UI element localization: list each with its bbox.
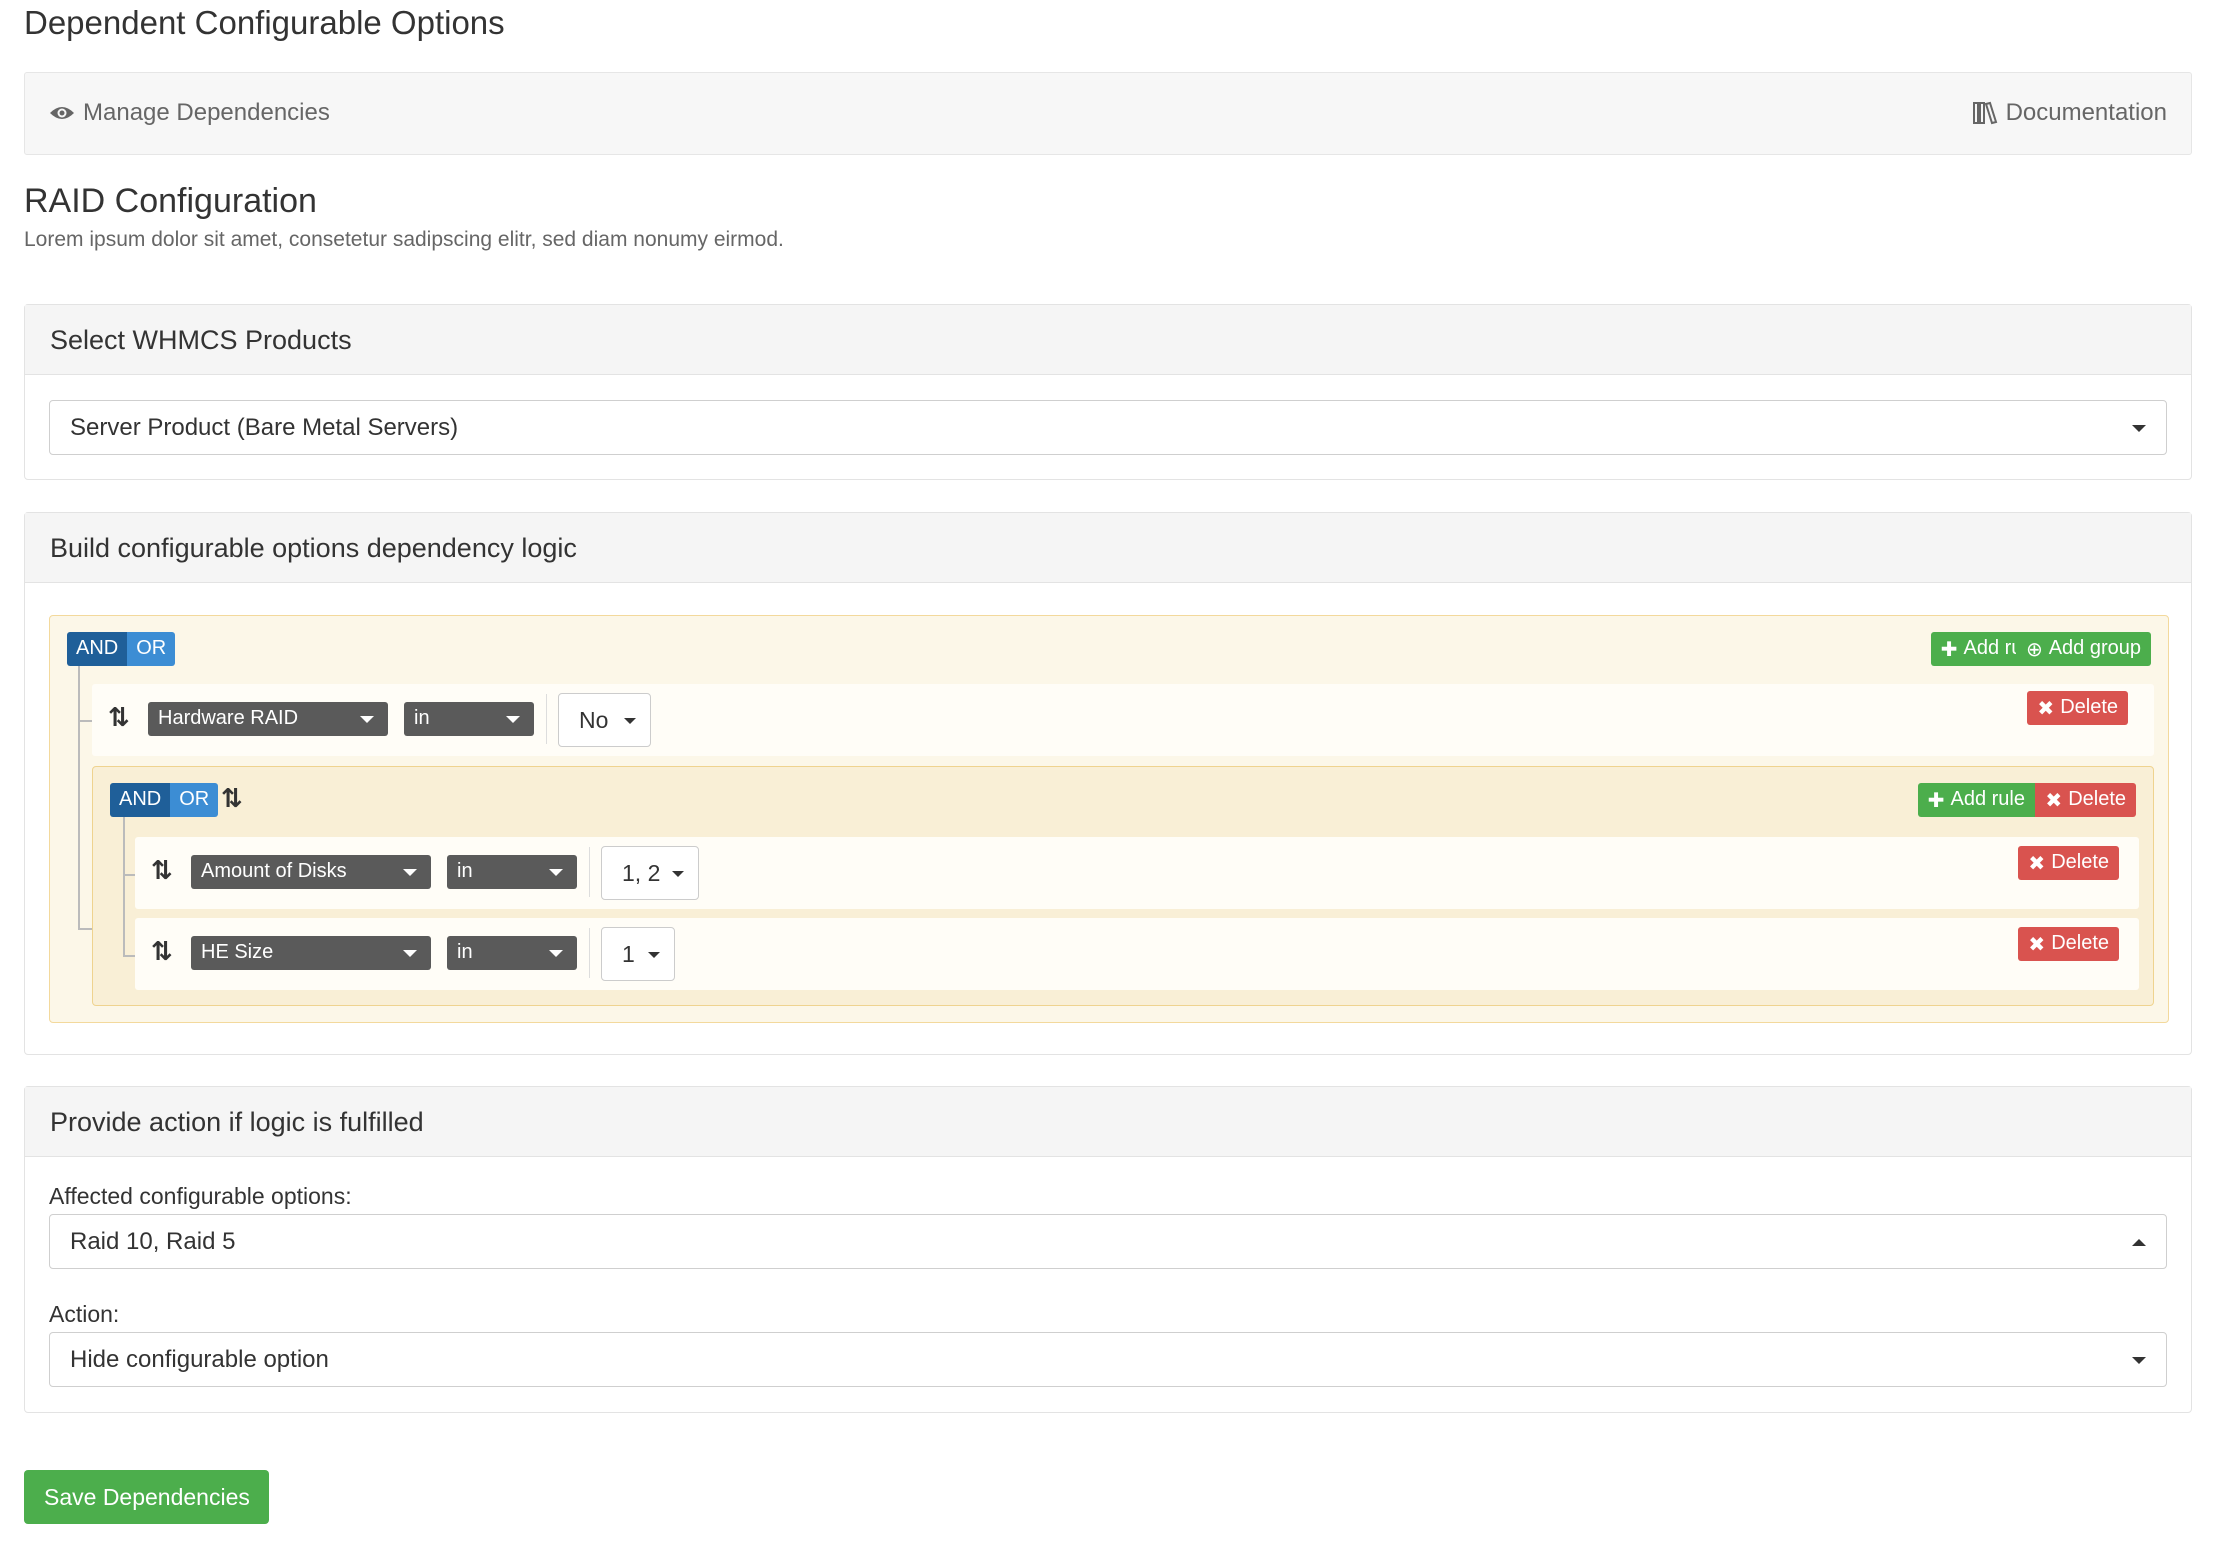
sub-rule-value-select[interactable]: 1 [601, 927, 675, 981]
logic-panel-title: Build configurable options dependency lo… [25, 513, 2191, 583]
sub-rule-field-select[interactable]: Amount of Disks [191, 855, 431, 889]
divider [589, 928, 590, 978]
action-select[interactable]: Hide configurable option [49, 1332, 2167, 1387]
times-icon: ✖ [2037, 698, 2055, 720]
caret-down-icon [672, 871, 684, 877]
sub-rule-operator-select[interactable]: in [447, 936, 577, 970]
root-add-group-label: Add group [2048, 637, 2141, 659]
sub-rule-delete-label: Delete [2051, 932, 2109, 954]
sub-rule-value: 1 [622, 941, 635, 967]
caret-down-icon [549, 950, 563, 957]
caret-down-icon [403, 950, 417, 957]
sub-rule-field-value: HE Size [201, 941, 274, 963]
sub-and-button[interactable]: AND [110, 783, 171, 817]
sort-icon[interactable]: ⇅ [108, 702, 130, 733]
sub-add-rule-button[interactable]: ✚ Add rule [1917, 783, 2035, 817]
documentation-label: Documentation [2005, 99, 2167, 126]
affected-options-value: Raid 10, Raid 5 [70, 1228, 236, 1255]
sub-rule-operator-select[interactable]: in [447, 855, 577, 889]
plus-icon: ✚ [1927, 790, 1945, 812]
caret-up-icon [2132, 1239, 2146, 1246]
products-panel: Select WHMCS Products Server Product (Ba… [24, 304, 2192, 480]
page-title: Dependent Configurable Options [24, 4, 505, 41]
sub-rule-operator-value: in [457, 860, 473, 882]
sub-rule-value: 1, 2 [622, 860, 661, 886]
root-group: AND OR ✚ Add rule ⊕ Add group ⇅ Hardware… [49, 615, 2169, 1023]
caret-down-icon [624, 718, 636, 724]
rule-operator-value: in [414, 707, 430, 729]
affected-options-select[interactable]: Raid 10, Raid 5 [49, 1214, 2167, 1269]
plus-icon: ✚ [1940, 639, 1958, 661]
sort-icon[interactable]: ⇅ [151, 936, 173, 967]
root-and-button[interactable]: AND [67, 632, 128, 666]
product-select[interactable]: Server Product (Bare Metal Servers) [49, 400, 2167, 455]
sub-rule-delete-button[interactable]: ✖ Delete [2018, 846, 2119, 880]
sub-group-delete-label: Delete [2068, 788, 2126, 810]
logic-panel: Build configurable options dependency lo… [24, 512, 2192, 1055]
product-select-value: Server Product (Bare Metal Servers) [70, 414, 459, 441]
action-value: Hide configurable option [70, 1346, 329, 1373]
caret-down-icon [506, 716, 520, 723]
rule-operator-select[interactable]: in [404, 702, 534, 736]
eye-icon [50, 107, 74, 119]
top-toolbar: Manage Dependencies Documentation [24, 72, 2192, 155]
sub-rule-row: ⇅ HE Size in 1 ✖ Delete [135, 918, 2139, 990]
products-panel-title: Select WHMCS Products [25, 305, 2191, 375]
sub-or-button[interactable]: OR [170, 783, 219, 817]
tree-line [78, 666, 80, 928]
caret-down-icon [549, 869, 563, 876]
sub-add-rule-label: Add rule [1950, 788, 2026, 810]
sub-group-delete-button[interactable]: ✖ Delete [2035, 783, 2136, 817]
times-icon: ✖ [2028, 934, 2046, 956]
plus-circle-icon: ⊕ [2025, 639, 2043, 661]
root-add-group-button[interactable]: ⊕ Add group [2015, 632, 2151, 666]
root-and-or-toggle[interactable]: AND OR [67, 632, 176, 666]
books-icon [1972, 101, 1997, 125]
tree-branch [78, 928, 92, 930]
caret-down-icon [648, 952, 660, 958]
sub-rule-row: ⇅ Amount of Disks in 1, 2 ✖ Delete [135, 837, 2139, 909]
sort-icon[interactable]: ⇅ [151, 855, 173, 886]
caret-down-icon [2132, 1357, 2146, 1364]
rule-row: ⇅ Hardware RAID in No ✖ Delete [92, 684, 2154, 756]
sub-rule-field-select[interactable]: HE Size [191, 936, 431, 970]
rule-delete-button[interactable]: ✖ Delete [2027, 691, 2128, 725]
affected-options-label: Affected configurable options: [49, 1183, 352, 1209]
divider [589, 847, 590, 897]
documentation-link[interactable]: Documentation [1972, 99, 2167, 127]
action-panel-title: Provide action if logic is fulfilled [25, 1087, 2191, 1157]
caret-down-icon [2132, 425, 2146, 432]
times-icon: ✖ [2045, 790, 2063, 812]
divider [546, 694, 547, 744]
sub-rule-delete-button[interactable]: ✖ Delete [2018, 927, 2119, 961]
caret-down-icon [360, 716, 374, 723]
rule-field-select[interactable]: Hardware RAID [148, 702, 388, 736]
rule-value-select[interactable]: No [558, 693, 651, 747]
action-label: Action: [49, 1301, 120, 1327]
sub-rule-value-select[interactable]: 1, 2 [601, 846, 699, 900]
action-panel: Provide action if logic is fulfilled Aff… [24, 1086, 2192, 1413]
root-or-button[interactable]: OR [127, 632, 176, 666]
tree-branch [123, 955, 135, 957]
tree-branch [78, 720, 92, 722]
section-subtitle: Lorem ipsum dolor sit amet, consetetur s… [24, 228, 784, 251]
manage-dependencies-label: Manage Dependencies [83, 99, 330, 126]
sub-group: AND OR ⇅ ✚ Add rule ✖ Delete ⇅ Amount of… [92, 766, 2154, 1006]
manage-dependencies-link[interactable]: Manage Dependencies [49, 99, 330, 127]
rule-field-value: Hardware RAID [158, 707, 299, 729]
sub-rule-delete-label: Delete [2051, 851, 2109, 873]
save-dependencies-button[interactable]: Save Dependencies [24, 1470, 269, 1524]
caret-down-icon [403, 869, 417, 876]
sub-rule-operator-value: in [457, 941, 473, 963]
sort-icon[interactable]: ⇅ [221, 783, 243, 814]
section-title: RAID Configuration [24, 182, 317, 220]
times-icon: ✖ [2028, 853, 2046, 875]
sub-and-or-toggle[interactable]: AND OR [110, 783, 219, 817]
rule-value: No [579, 707, 609, 733]
tree-branch [123, 874, 135, 876]
sub-rule-field-value: Amount of Disks [201, 860, 347, 882]
rule-delete-label: Delete [2060, 696, 2118, 718]
tree-line [123, 817, 125, 957]
